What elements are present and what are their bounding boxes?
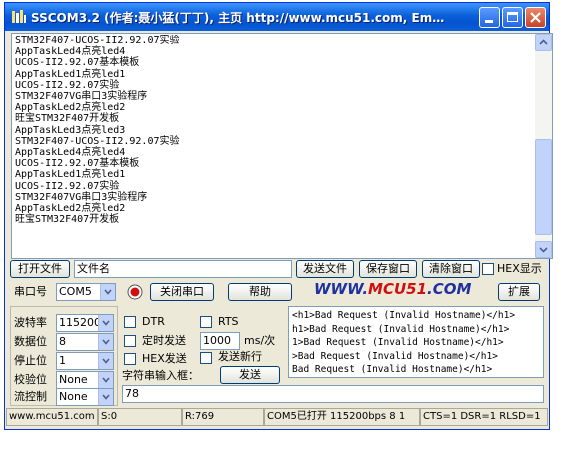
url-suffix: .COM <box>427 280 472 298</box>
flow-value: None <box>59 390 88 403</box>
receive-text: STM32F407-UCOS-II2.92.07实验 AppTaskLed4点亮… <box>15 35 180 226</box>
url-brand: MCU51 <box>368 280 428 298</box>
close-button[interactable] <box>525 7 546 28</box>
send-newline-label: 发送新行 <box>218 350 262 363</box>
chevron-down-icon <box>104 289 112 295</box>
close-port-button[interactable]: 关闭串口 <box>150 283 214 301</box>
port-label: 串口号 <box>14 285 47 298</box>
databits-value: 8 <box>59 335 66 348</box>
hex-display-label: HEX显示 <box>497 262 542 275</box>
baud-label: 波特率 <box>14 316 47 329</box>
send-newline-checkbox[interactable] <box>200 352 212 364</box>
dropdown-arrow <box>98 353 113 369</box>
databits-label: 数据位 <box>14 335 47 348</box>
rts-label: RTS <box>218 315 239 328</box>
open-file-button[interactable]: 打开文件 <box>10 260 70 278</box>
parity-select[interactable]: None <box>56 371 114 389</box>
status-bar: www.mcu51.com S:0 R:769 COM5已打开 115200bp… <box>6 408 548 426</box>
send-history-area[interactable]: <h1>Bad Request (Invalid Hostname)</h1> … <box>288 306 544 378</box>
app-icon <box>12 10 26 23</box>
interval-input[interactable]: 1000 <box>200 332 240 350</box>
minimize-button[interactable] <box>479 7 500 28</box>
status-sent: S:0 <box>98 408 182 426</box>
timed-send-label: 定时发送 <box>142 334 186 347</box>
hex-display-checkbox[interactable] <box>482 263 494 275</box>
parity-value: None <box>59 373 88 386</box>
port-select-value: COM5 <box>59 285 92 298</box>
dropdown-arrow <box>98 372 113 388</box>
hex-send-checkbox[interactable] <box>124 353 136 365</box>
website-banner[interactable]: WWW.MCU51.COM <box>314 280 471 298</box>
rts-checkbox[interactable] <box>200 316 212 328</box>
window-title: SSCOM3.2 (作者:聂小猛(丁丁), 主页 http://www.mcu5… <box>31 11 445 25</box>
vertical-scrollbar[interactable] <box>535 34 552 258</box>
interval-unit: ms/次 <box>244 334 276 347</box>
filename-input[interactable]: 文件名 <box>74 260 292 278</box>
dropdown-arrow <box>100 284 115 300</box>
hex-send-label: HEX发送 <box>142 352 187 365</box>
string-input[interactable]: 78 <box>122 385 544 403</box>
scroll-down-button[interactable] <box>535 241 552 258</box>
stopbits-label: 停止位 <box>14 354 47 367</box>
maximize-button[interactable] <box>502 7 523 28</box>
status-site[interactable]: www.mcu51.com <box>6 408 98 426</box>
save-window-button[interactable]: 保存窗口 <box>359 260 417 278</box>
chevron-down-icon <box>102 377 110 383</box>
close-icon <box>530 12 541 23</box>
chevron-down-icon <box>102 339 110 345</box>
minimize-icon <box>485 20 493 23</box>
status-received: R:769 <box>182 408 264 426</box>
dtr-label: DTR <box>142 315 165 328</box>
send-history-text: <h1>Bad Request (Invalid Hostname)</h1> … <box>292 310 516 376</box>
port-status-icon <box>127 284 143 300</box>
send-button[interactable]: 发送 <box>220 366 280 384</box>
scroll-up-button[interactable] <box>535 34 552 51</box>
clear-window-button[interactable]: 清除窗口 <box>422 260 480 278</box>
expand-button[interactable]: 扩展 <box>498 283 540 301</box>
chevron-down-icon <box>102 320 110 326</box>
flow-label: 流控制 <box>14 390 47 403</box>
title-bar[interactable]: SSCOM3.2 (作者:聂小猛(丁丁), 主页 http://www.mcu5… <box>5 3 549 31</box>
string-input-label: 字符串输入框： <box>122 369 199 382</box>
help-button[interactable]: 帮助 <box>228 283 292 301</box>
status-lines: CTS=1 DSR=1 RLSD=1 <box>420 408 548 426</box>
stopbits-select[interactable]: 1 <box>56 352 114 370</box>
receive-area[interactable]: STM32F407-UCOS-II2.92.07实验 AppTaskLed4点亮… <box>11 33 553 259</box>
dropdown-arrow <box>98 334 113 350</box>
databits-select[interactable]: 8 <box>56 333 114 351</box>
chevron-down-icon <box>539 247 548 253</box>
scroll-thumb[interactable] <box>535 139 552 235</box>
baud-value: 115200 <box>59 316 101 329</box>
status-port-state: COM5已打开 115200bps 8 1 <box>264 408 420 426</box>
dropdown-arrow <box>98 315 113 331</box>
parity-label: 校验位 <box>14 373 47 386</box>
chevron-up-icon <box>539 39 548 45</box>
send-file-button[interactable]: 发送文件 <box>296 260 354 278</box>
dropdown-arrow <box>98 389 113 405</box>
port-select[interactable]: COM5 <box>56 283 116 301</box>
maximize-icon <box>507 12 518 22</box>
stopbits-value: 1 <box>59 354 66 367</box>
url-prefix: WWW. <box>314 280 369 298</box>
chevron-down-icon <box>102 394 110 400</box>
flow-select[interactable]: None <box>56 388 114 406</box>
chevron-down-icon <box>102 358 110 364</box>
dtr-checkbox[interactable] <box>124 316 136 328</box>
timed-send-checkbox[interactable] <box>124 335 136 347</box>
baud-select[interactable]: 115200 <box>56 314 114 332</box>
